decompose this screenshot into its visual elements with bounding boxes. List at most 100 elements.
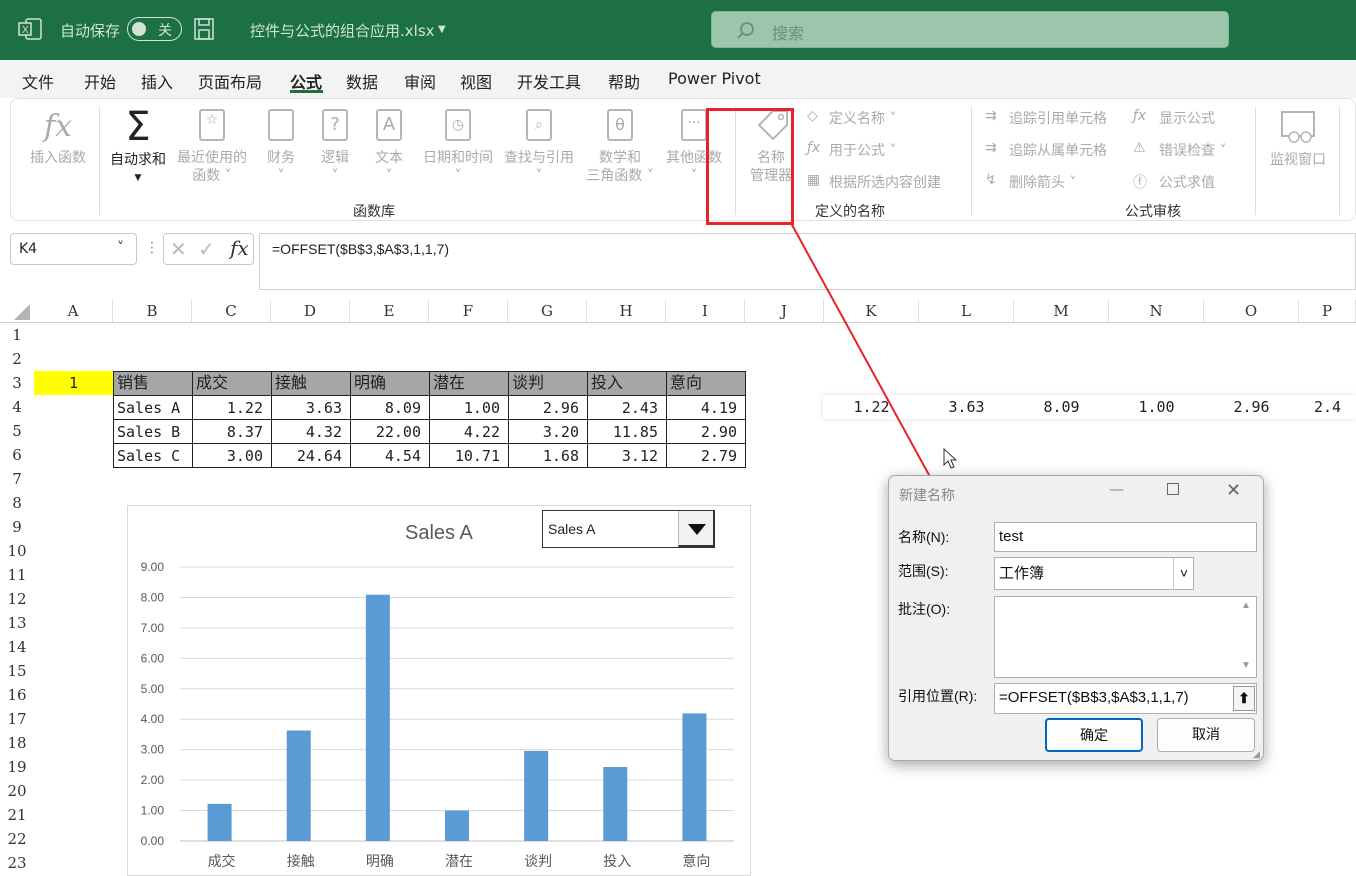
row-header-19[interactable]: 19 bbox=[0, 755, 34, 779]
k4-result-cell[interactable]: 1.00 bbox=[1109, 398, 1204, 416]
menu-power-pivot[interactable]: Power Pivot bbox=[668, 69, 761, 88]
table-cell[interactable]: 3.00 bbox=[192, 443, 272, 468]
comment-textarea[interactable]: ▲ ▼ bbox=[994, 596, 1257, 678]
row-header-1[interactable]: 1 bbox=[0, 323, 34, 347]
cancel-icon[interactable]: ✕ bbox=[170, 237, 187, 261]
table-header-cell[interactable]: 成交 bbox=[192, 371, 272, 396]
insert-function-icon[interactable]: fx bbox=[230, 236, 249, 260]
menu-home[interactable]: 开始 bbox=[84, 69, 116, 93]
table-header-cell[interactable]: 明确 bbox=[350, 371, 430, 396]
menu-view[interactable]: 视图 bbox=[460, 69, 492, 93]
menu-insert[interactable]: 插入 bbox=[141, 69, 173, 93]
table-cell[interactable]: 11.85 bbox=[587, 419, 667, 444]
filename-dropdown-icon[interactable]: ▼ bbox=[438, 24, 446, 35]
menu-file[interactable]: 文件 bbox=[22, 69, 54, 93]
table-header-cell[interactable]: 接触 bbox=[271, 371, 351, 396]
show-formulas-button[interactable]: 显示公式 bbox=[1159, 108, 1215, 128]
row-header-18[interactable]: 18 bbox=[0, 731, 34, 755]
row-header-4[interactable]: 4 bbox=[0, 395, 34, 419]
menu-help[interactable]: 帮助 bbox=[608, 69, 640, 93]
ok-button[interactable]: 确定 bbox=[1045, 718, 1143, 752]
table-cell[interactable]: 2.90 bbox=[666, 419, 746, 444]
datetime-button[interactable]: ◷ 日期和时间 ˅ bbox=[416, 107, 500, 185]
table-header-cell[interactable]: 销售 bbox=[113, 371, 193, 396]
recent-functions-button[interactable]: ☆ 最近使用的 函数 ˅ bbox=[173, 107, 251, 185]
lookup-button[interactable]: ⌕ 查找与引用 ˅ bbox=[499, 107, 579, 185]
close-icon[interactable]: ✕ bbox=[1226, 480, 1241, 501]
column-header-j[interactable]: J bbox=[745, 300, 824, 322]
table-cell[interactable]: 4.19 bbox=[666, 395, 746, 420]
column-header-k[interactable]: K bbox=[824, 300, 919, 322]
column-header-b[interactable]: B bbox=[113, 300, 192, 322]
text-button[interactable]: A 文本 ˅ bbox=[369, 107, 409, 185]
column-header-n[interactable]: N bbox=[1109, 300, 1204, 322]
row-header-7[interactable]: 7 bbox=[0, 467, 34, 491]
chevron-down-icon[interactable]: ˅ bbox=[1173, 558, 1194, 589]
row-header-20[interactable]: 20 bbox=[0, 779, 34, 803]
table-cell[interactable]: 2.43 bbox=[587, 395, 667, 420]
menu-data[interactable]: 数据 bbox=[346, 69, 378, 93]
name-field[interactable]: test bbox=[994, 522, 1257, 552]
row-header-2[interactable]: 2 bbox=[0, 347, 34, 371]
row-header-3[interactable]: 3 bbox=[0, 371, 34, 395]
cell-a3[interactable]: 1 bbox=[34, 371, 113, 395]
menu-developer[interactable]: 开发工具 bbox=[517, 69, 581, 93]
insert-function-button[interactable]: fx 插入函数 bbox=[19, 109, 97, 167]
table-cell[interactable]: 8.37 bbox=[192, 419, 272, 444]
autosave-toggle[interactable]: 关 bbox=[127, 17, 182, 41]
k4-result-cell[interactable]: 2.4 bbox=[1299, 398, 1356, 416]
row-header-6[interactable]: 6 bbox=[0, 443, 34, 467]
column-header-h[interactable]: H bbox=[587, 300, 666, 322]
define-name-button[interactable]: 定义名称 ˅ bbox=[829, 108, 896, 128]
remove-arrows-button[interactable]: 删除箭头 ˅ bbox=[1009, 172, 1076, 192]
column-header-i[interactable]: I bbox=[666, 300, 745, 322]
k4-result-cell[interactable]: 3.63 bbox=[919, 398, 1014, 416]
math-trig-button[interactable]: θ 数学和 三角函数 ˅ bbox=[581, 107, 659, 185]
table-cell[interactable]: 2.96 bbox=[508, 395, 588, 420]
row-header-16[interactable]: 16 bbox=[0, 683, 34, 707]
table-cell[interactable]: 3.12 bbox=[587, 443, 667, 468]
table-header-cell[interactable]: 谈判 bbox=[508, 371, 588, 396]
scope-select[interactable]: 工作簿 ˅ bbox=[994, 557, 1194, 590]
column-header-m[interactable]: M bbox=[1014, 300, 1109, 322]
table-header-cell[interactable]: 投入 bbox=[587, 371, 667, 396]
table-cell[interactable]: 8.09 bbox=[350, 395, 430, 420]
financial-button[interactable]: 财务 ˅ bbox=[261, 107, 301, 185]
table-header-cell[interactable]: 意向 bbox=[666, 371, 746, 396]
enter-icon[interactable]: ✓ bbox=[198, 237, 215, 261]
row-header-15[interactable]: 15 bbox=[0, 659, 34, 683]
table-cell[interactable]: 1.00 bbox=[429, 395, 509, 420]
save-icon[interactable] bbox=[193, 17, 215, 41]
watch-window-button[interactable]: 监视窗口 bbox=[1263, 109, 1333, 169]
row-header-22[interactable]: 22 bbox=[0, 827, 34, 851]
table-cell[interactable]: 4.54 bbox=[350, 443, 430, 468]
row-header-17[interactable]: 17 bbox=[0, 707, 34, 731]
k4-result-cell[interactable]: 1.22 bbox=[824, 398, 919, 416]
row-header-12[interactable]: 12 bbox=[0, 587, 34, 611]
use-in-formula-button[interactable]: 用于公式 ˅ bbox=[829, 140, 896, 160]
trace-precedents-button[interactable]: 追踪引用单元格 bbox=[1009, 108, 1107, 128]
column-header-g[interactable]: G bbox=[508, 300, 587, 322]
menu-page-layout[interactable]: 页面布局 bbox=[198, 69, 262, 93]
row-header-14[interactable]: 14 bbox=[0, 635, 34, 659]
create-from-selection-button[interactable]: 根据所选内容创建 bbox=[829, 172, 941, 192]
name-box[interactable]: K4 ˅ bbox=[10, 233, 137, 265]
table-header-cell[interactable]: 潜在 bbox=[429, 371, 509, 396]
row-header-10[interactable]: 10 bbox=[0, 539, 34, 563]
column-header-p[interactable]: P bbox=[1299, 300, 1356, 322]
formula-input[interactable]: =OFFSET($B$3,$A$3,1,1,7) bbox=[259, 233, 1356, 290]
refers-to-field[interactable]: =OFFSET($B$3,$A$3,1,1,7) ⬆ bbox=[994, 683, 1257, 714]
table-cell[interactable]: 24.64 bbox=[271, 443, 351, 468]
logical-button[interactable]: ? 逻辑 ˅ bbox=[315, 107, 355, 185]
row-header-21[interactable]: 21 bbox=[0, 803, 34, 827]
table-cell[interactable]: 1.22 bbox=[192, 395, 272, 420]
resize-grip-icon[interactable]: ◢ bbox=[1253, 750, 1260, 760]
bar-chart[interactable]: Sales A Sales A 0.00 1.00 2.00 3.00 4.00 5.00… bbox=[127, 505, 751, 876]
chevron-down-icon[interactable]: ˅ bbox=[117, 240, 124, 256]
scroll-down-icon[interactable]: ▼ bbox=[1241, 659, 1251, 673]
column-header-d[interactable]: D bbox=[271, 300, 350, 322]
autosum-button[interactable]: Σ 自动求和 ▼ bbox=[103, 105, 173, 187]
select-all-icon[interactable] bbox=[14, 304, 30, 320]
formula-bar-grip-icon[interactable]: ⋮ bbox=[145, 240, 159, 256]
file-name[interactable]: 控件与公式的组合应用.xlsx bbox=[250, 20, 435, 41]
